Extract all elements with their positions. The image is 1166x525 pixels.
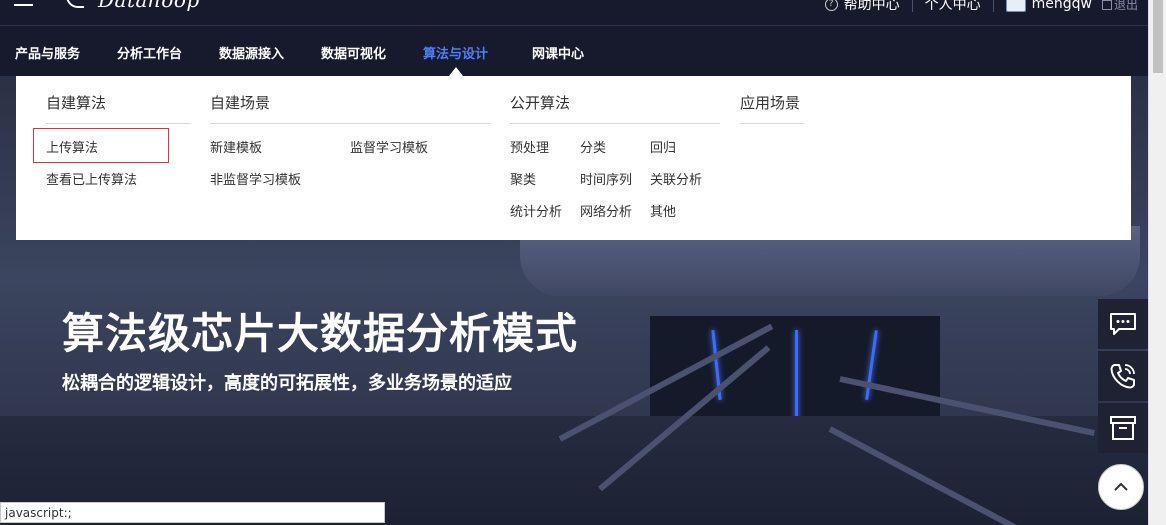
chat-icon (1110, 313, 1136, 335)
logout-label: 退出 (1113, 0, 1138, 12)
nav-item-courses[interactable]: 网课中心 (532, 43, 584, 62)
menu-item-new-template[interactable]: 新建模板 (210, 137, 262, 156)
phone-button[interactable] (1098, 351, 1148, 401)
back-to-top-button[interactable] (1098, 464, 1144, 510)
menu-item-unsupervised-template[interactable]: 非监督学习模板 (210, 169, 301, 188)
nav-item-algorithm[interactable]: 算法与设计 (423, 43, 488, 62)
menu-item-time-series[interactable]: 时间序列 (580, 169, 632, 188)
help-center-link[interactable]: 帮助中心 (844, 0, 900, 14)
menu-item-other[interactable]: 其他 (650, 201, 676, 220)
nav-item-visualization[interactable]: 数据可视化 (321, 43, 386, 62)
column-divider (510, 123, 720, 124)
help-icon: ? (824, 0, 838, 11)
menu-item-clustering[interactable]: 聚类 (510, 169, 536, 188)
column-title-application-scene[interactable]: 应用场景 (740, 92, 800, 113)
page-scrollbar[interactable] (1148, 0, 1166, 525)
archive-icon (1110, 416, 1136, 440)
column-divider (46, 123, 191, 124)
menu-item-regression[interactable]: 回归 (650, 137, 676, 156)
menu-item-network-analysis[interactable]: 网络分析 (580, 201, 632, 220)
menu-item-view-uploaded[interactable]: 查看已上传算法 (46, 169, 137, 188)
status-url-tooltip: javascript:; (0, 502, 385, 523)
column-divider (210, 123, 491, 124)
divider (911, 0, 913, 12)
column-title-self-built-algorithm: 自建算法 (46, 94, 107, 112)
hero-subtitle: 松耦合的逻辑设计，高度的可拓展性，多业务场景的适应 (62, 373, 512, 394)
phone-icon (1110, 364, 1135, 389)
algorithm-dropdown-menu: 自建算法 上传算法 查看已上传算法 自建场景 新建模板 监督学习模板 非监督学习… (16, 76, 1131, 240)
menu-item-upload-algorithm[interactable]: 上传算法 (46, 137, 98, 156)
logout-icon (1101, 0, 1112, 10)
logout-link[interactable]: 退出 (1101, 0, 1138, 13)
top-bar: Datahoop ? 帮助中心 个人中心 mengqw 退出 (0, 0, 1148, 26)
main-nav: 产品与服务 分析工作台 数据源接入 数据可视化 算法与设计 网课中心 (0, 26, 1148, 76)
nav-item-workbench[interactable]: 分析工作台 (117, 43, 182, 62)
user-toolbar: ? 帮助中心 个人中心 mengqw 退出 (824, 0, 1138, 14)
hero-title: 算法级芯片大数据分析模式 (62, 309, 579, 358)
menu-item-classification[interactable]: 分类 (580, 137, 606, 156)
scrollbar-thumb[interactable] (1153, 0, 1163, 73)
username[interactable]: mengqw (1032, 0, 1092, 12)
site-logo[interactable]: Datahoop (98, 0, 200, 12)
hamburger-menu-icon[interactable] (14, 0, 33, 8)
menu-item-statistics[interactable]: 统计分析 (510, 201, 562, 220)
menu-item-association[interactable]: 关联分析 (650, 169, 702, 188)
dropdown-caret-icon (449, 67, 463, 76)
nav-item-datasource[interactable]: 数据源接入 (219, 43, 284, 62)
column-title-public-algorithm: 公开算法 (510, 94, 571, 112)
chevron-up-icon (1114, 482, 1128, 491)
archive-button[interactable] (1098, 403, 1148, 453)
logo-mark-icon (66, 0, 84, 8)
personal-center-link[interactable]: 个人中心 (925, 0, 981, 14)
menu-item-supervised-template[interactable]: 监督学习模板 (350, 137, 428, 156)
chat-button[interactable] (1098, 299, 1148, 349)
column-title-self-built-scene: 自建场景 (210, 94, 271, 112)
menu-item-preprocess[interactable]: 预处理 (510, 137, 549, 156)
avatar[interactable] (1005, 0, 1026, 12)
divider (992, 0, 994, 12)
column-divider (740, 123, 804, 124)
nav-item-products[interactable]: 产品与服务 (15, 43, 80, 62)
